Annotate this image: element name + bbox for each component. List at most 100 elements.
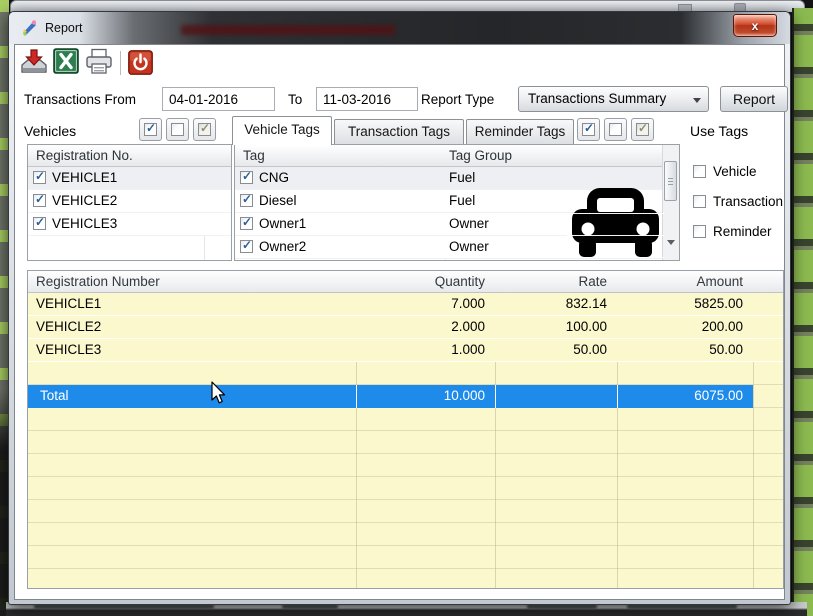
close-button[interactable]: x — [733, 14, 777, 37]
car-icon — [567, 186, 664, 261]
col-registration-number: Registration Number — [36, 274, 160, 289]
checkbox-empty-icon — [609, 123, 622, 136]
transactions-from-label: Transactions From — [24, 92, 136, 107]
vehicles-label: Vehicles — [24, 123, 76, 139]
tag-name: CNG — [259, 170, 289, 185]
chevron-down-icon — [693, 98, 701, 103]
cell-rate: 100.00 — [495, 319, 617, 334]
report-button[interactable]: Report — [720, 86, 788, 112]
cell-registration: VEHICLE2 — [36, 319, 101, 334]
cell-rate: 50.00 — [495, 342, 617, 357]
report-type-value: Transactions Summary — [528, 91, 666, 106]
option-label: Vehicle — [713, 164, 757, 179]
scroll-thumb[interactable] — [664, 161, 677, 201]
vehicles-list: Registration No. VEHICLE1 VEHICLE2 VEHIC… — [27, 144, 232, 261]
cell-amount: 200.00 — [617, 319, 753, 334]
from-date-input[interactable] — [162, 87, 275, 111]
tag-group: Owner — [449, 239, 489, 254]
vehicle-checkbox[interactable] — [33, 194, 46, 207]
vehicle-usetag-checkbox[interactable] — [693, 165, 706, 178]
titlebar[interactable]: Report x — [9, 12, 790, 44]
tag-column-header: Tag — [243, 148, 265, 163]
save-report-button[interactable] — [19, 48, 49, 77]
report-table-header: Registration Number Quantity Rate Amount — [28, 271, 783, 293]
client-area: Transactions From To Report Type Transac… — [14, 44, 785, 600]
tags-invert-check-button[interactable] — [631, 118, 654, 141]
tags-uncheck-all-button[interactable] — [604, 118, 627, 141]
excel-icon — [53, 48, 79, 74]
vehicles-invert-check-button[interactable] — [193, 118, 216, 141]
power-icon — [128, 50, 153, 75]
use-tags-reminder-option[interactable]: Reminder — [693, 224, 772, 242]
option-label: Transaction — [713, 194, 783, 209]
cell-quantity: 2.000 — [356, 319, 495, 334]
tag-group: Fuel — [449, 193, 475, 208]
tag-group-column-header: Tag Group — [449, 148, 512, 163]
triangle-down-icon — [667, 240, 675, 260]
report-type-label: Report Type — [421, 92, 494, 107]
tag-name: Owner1 — [259, 216, 306, 231]
vehicle-row[interactable]: VEHICLE3 — [28, 213, 231, 236]
tag-checkbox[interactable] — [240, 194, 253, 207]
checkbox-empty-icon — [171, 123, 184, 136]
toolbar-separator — [120, 51, 121, 75]
report-table: Registration Number Quantity Rate Amount… — [27, 270, 784, 589]
vehicle-checkbox[interactable] — [33, 171, 46, 184]
report-row[interactable]: VEHICLE1 7.000 832.14 5825.00 — [28, 293, 783, 316]
report-row[interactable]: VEHICLE3 1.000 50.00 50.00 — [28, 339, 783, 362]
vehicles-uncheck-all-button[interactable] — [166, 118, 189, 141]
window-title: Report — [45, 21, 83, 35]
tab-vehicle-tags[interactable]: Vehicle Tags — [232, 116, 332, 145]
use-tags-vehicle-option[interactable]: Vehicle — [693, 164, 757, 182]
total-rate — [495, 385, 617, 408]
to-label: To — [288, 92, 302, 107]
to-date-input[interactable] — [316, 87, 418, 111]
total-label: Total — [40, 388, 69, 403]
report-row[interactable]: VEHICLE2 2.000 100.00 200.00 — [28, 316, 783, 339]
parent-title-blurred — [181, 25, 395, 35]
tag-group: Owner — [449, 216, 489, 231]
cell-registration: VEHICLE1 — [36, 296, 101, 311]
scrollbar[interactable] — [662, 145, 679, 260]
vehicle-name: VEHICLE1 — [52, 170, 117, 185]
option-label: Reminder — [713, 224, 772, 239]
cell-amount: 5825.00 — [617, 296, 753, 311]
report-window: Report x — [8, 11, 791, 605]
cell-registration: VEHICLE3 — [36, 342, 101, 357]
cell-amount: 50.00 — [617, 342, 753, 357]
app-icon[interactable] — [21, 19, 38, 36]
tag-checkbox[interactable] — [240, 217, 253, 230]
export-excel-button[interactable] — [52, 48, 80, 77]
tag-name: Diesel — [259, 193, 297, 208]
reminder-usetag-checkbox[interactable] — [693, 225, 706, 238]
vehicle-row[interactable]: VEHICLE1 — [28, 167, 231, 190]
print-button[interactable] — [84, 48, 114, 77]
checkbox-checked-icon — [144, 123, 157, 136]
printer-icon — [84, 48, 114, 76]
cell-quantity: 1.000 — [356, 342, 495, 357]
transaction-usetag-checkbox[interactable] — [693, 195, 706, 208]
total-row[interactable]: Total 10.000 6075.00 — [28, 385, 753, 408]
tag-checkbox[interactable] — [240, 171, 253, 184]
tag-checkbox[interactable] — [240, 240, 253, 253]
report-type-select[interactable]: Transactions Summary — [518, 86, 709, 112]
tab-transaction-tags[interactable]: Transaction Tags — [334, 119, 464, 144]
tag-table-header: Tag Tag Group — [235, 145, 679, 167]
col-rate: Rate — [495, 274, 617, 289]
vehicle-checkbox[interactable] — [33, 217, 46, 230]
vehicles-check-all-button[interactable] — [139, 118, 162, 141]
exit-button[interactable] — [128, 50, 153, 75]
scroll-down-button[interactable] — [663, 244, 679, 260]
vehicle-row[interactable]: VEHICLE2 — [28, 190, 231, 213]
checkbox-checked-icon — [582, 123, 595, 136]
col-amount: Amount — [617, 274, 753, 289]
desktop-background-right — [792, 8, 813, 616]
tag-group: Fuel — [449, 170, 475, 185]
col-quantity: Quantity — [356, 274, 495, 289]
use-tags-label: Use Tags — [690, 123, 748, 139]
tags-check-all-button[interactable] — [577, 118, 600, 141]
scroll-up-button[interactable] — [663, 145, 679, 161]
vehicle-name: VEHICLE3 — [52, 216, 117, 231]
tab-reminder-tags[interactable]: Reminder Tags — [466, 119, 574, 144]
use-tags-transaction-option[interactable]: Transaction — [693, 194, 783, 212]
